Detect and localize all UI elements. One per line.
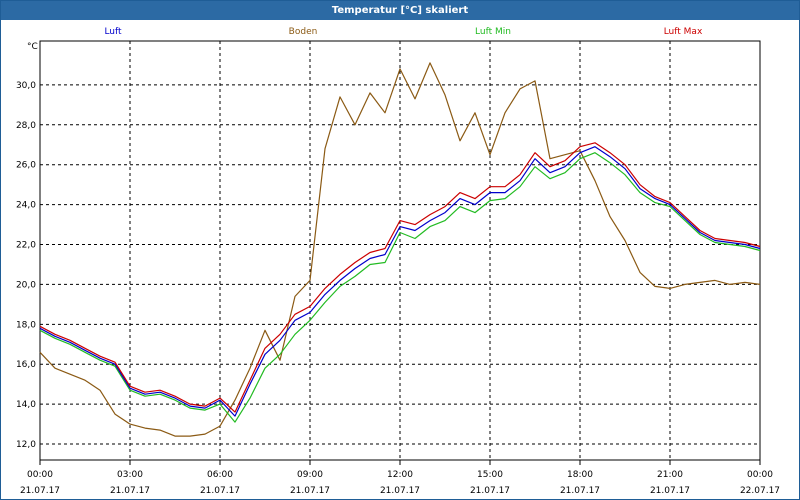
y-tick-label: 24,0	[16, 201, 36, 211]
x-tick-date: 21.07.17	[470, 486, 510, 496]
window-title: Temperatur [°C] skaliert	[1, 1, 799, 20]
x-tick-date: 21.07.17	[290, 486, 330, 496]
legend-luft-min: Luft Min	[475, 27, 511, 37]
y-tick-label: 18,0	[16, 320, 36, 330]
x-tick-date: 21.07.17	[20, 486, 60, 496]
y-tick-label: 26,0	[16, 161, 36, 171]
x-tick-date: 21.07.17	[650, 486, 690, 496]
x-tick-date: 21.07.17	[110, 486, 150, 496]
y-tick-label: 22,0	[16, 241, 36, 251]
y-tick-label: 12,0	[16, 440, 36, 450]
x-tick-time: 15:00	[477, 470, 503, 480]
temperature-chart: °C 12,0 14,0 16,0 18,0 20,0 22,0 24,0 26,0 28,0 30…	[16, 27, 780, 496]
x-tick-date: 21.07.17	[560, 486, 600, 496]
legend-boden: Boden	[289, 27, 318, 37]
x-tick-time: 03:00	[117, 470, 143, 480]
x-tick-time: 00:00	[27, 470, 53, 480]
y-tick-label: 14,0	[16, 400, 36, 410]
y-tick-label: 16,0	[16, 360, 36, 370]
x-tick-time: 00:00	[747, 470, 773, 480]
y-tick-label: 20,0	[16, 280, 36, 290]
x-tick-date: 21.07.17	[200, 486, 240, 496]
chart-window: Temperatur [°C] skaliert °C 12,0 14,0 16,0 1…	[0, 0, 800, 500]
x-tick-time: 06:00	[207, 470, 233, 480]
legend-luft: Luft	[104, 27, 122, 37]
x-tick-time: 09:00	[297, 470, 323, 480]
x-tick-time: 18:00	[567, 470, 593, 480]
y-tick-label: 30,0	[16, 81, 36, 91]
y-tick-label: 28,0	[16, 121, 36, 131]
legend-luft-max: Luft Max	[664, 27, 703, 37]
x-tick-date: 21.07.17	[380, 486, 420, 496]
x-tick-time: 12:00	[387, 470, 413, 480]
x-tick-time: 21:00	[657, 470, 683, 480]
x-tick-date: 22.07.17	[740, 486, 780, 496]
y-unit-label: °C	[27, 42, 38, 52]
